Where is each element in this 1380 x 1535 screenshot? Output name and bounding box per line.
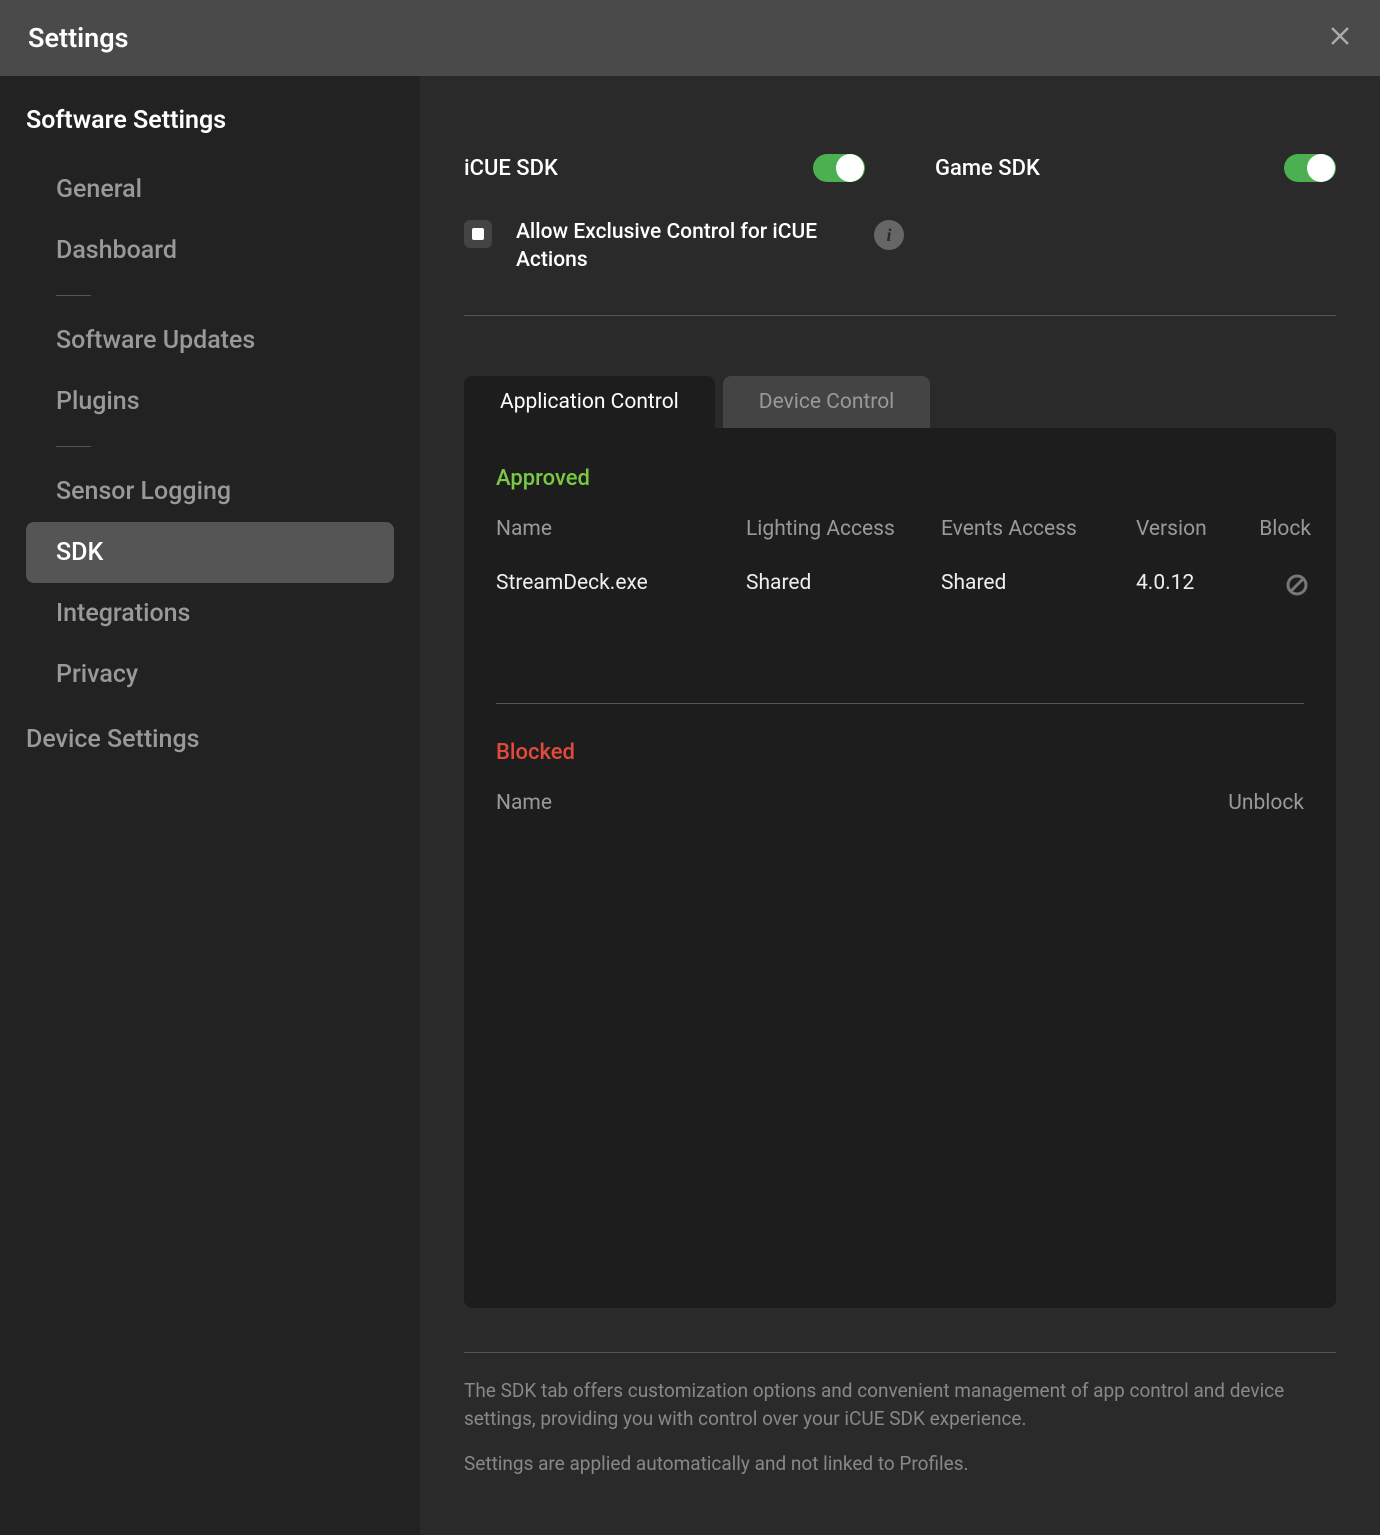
game-sdk-toggle[interactable] (1284, 154, 1336, 182)
exclusive-control-checkbox[interactable] (464, 220, 492, 248)
application-control-panel: Approved Name Lighting Access Events Acc… (464, 428, 1336, 1308)
footer-text-2: Settings are applied automatically and n… (464, 1450, 1336, 1479)
col-unblock: Unblock (1228, 791, 1304, 815)
exclusive-control-label: Allow Exclusive Control for iCUE Actions (516, 218, 836, 275)
cell-version: 4.0.12 (1136, 571, 1251, 603)
approved-table-header: Name Lighting Access Events Access Versi… (496, 517, 1304, 541)
col-name: Name (496, 517, 746, 541)
tab-device-control[interactable]: Device Control (723, 376, 931, 428)
settings-window: Settings Software Settings General Dashb… (0, 0, 1380, 1535)
approved-heading: Approved (496, 466, 1304, 491)
close-icon[interactable] (1328, 24, 1352, 53)
panel-divider (496, 703, 1304, 704)
col-version: Version (1136, 517, 1251, 541)
cell-name: StreamDeck.exe (496, 571, 746, 603)
window-title: Settings (28, 22, 129, 54)
titlebar: Settings (0, 0, 1380, 76)
game-sdk-label: Game SDK (935, 156, 1040, 181)
blocked-table-header: Name Unblock (496, 791, 1304, 815)
sidebar-divider (56, 446, 91, 447)
sidebar-item-plugins[interactable]: Plugins (26, 371, 394, 432)
sidebar-section-software: Software Settings (26, 106, 394, 135)
divider (464, 315, 1336, 316)
blocked-heading: Blocked (496, 740, 1304, 765)
sidebar-item-software-updates[interactable]: Software Updates (26, 310, 394, 371)
sidebar-item-sensor-logging[interactable]: Sensor Logging (26, 461, 394, 522)
sidebar-item-integrations[interactable]: Integrations (26, 583, 394, 644)
sidebar-item-sdk[interactable]: SDK (26, 522, 394, 583)
tabs: Application Control Device Control (464, 376, 1336, 428)
footer-divider (464, 1352, 1336, 1353)
main-panel: iCUE SDK Game SDK Allow Exclusive Contro… (420, 76, 1380, 1535)
footer-text-1: The SDK tab offers customization options… (464, 1377, 1336, 1434)
sidebar: Software Settings General Dashboard Soft… (0, 76, 420, 1535)
col-name: Name (496, 791, 552, 815)
sidebar-divider (56, 295, 91, 296)
cell-events-access: Shared (941, 571, 1136, 603)
table-row: StreamDeck.exe Shared Shared 4.0.12 (496, 571, 1304, 603)
col-events-access: Events Access (941, 517, 1136, 541)
sidebar-item-general[interactable]: General (26, 159, 394, 220)
tab-application-control[interactable]: Application Control (464, 376, 715, 428)
icue-sdk-toggle[interactable] (813, 154, 865, 182)
col-lighting-access: Lighting Access (746, 517, 941, 541)
col-block: Block (1251, 517, 1311, 541)
sidebar-section-device: Device Settings (26, 725, 394, 754)
sidebar-item-dashboard[interactable]: Dashboard (26, 220, 394, 281)
sidebar-item-privacy[interactable]: Privacy (26, 644, 394, 705)
icue-sdk-label: iCUE SDK (464, 156, 558, 181)
block-icon[interactable] (1283, 571, 1311, 599)
cell-lighting-access: Shared (746, 571, 941, 603)
info-icon[interactable]: i (874, 220, 904, 250)
